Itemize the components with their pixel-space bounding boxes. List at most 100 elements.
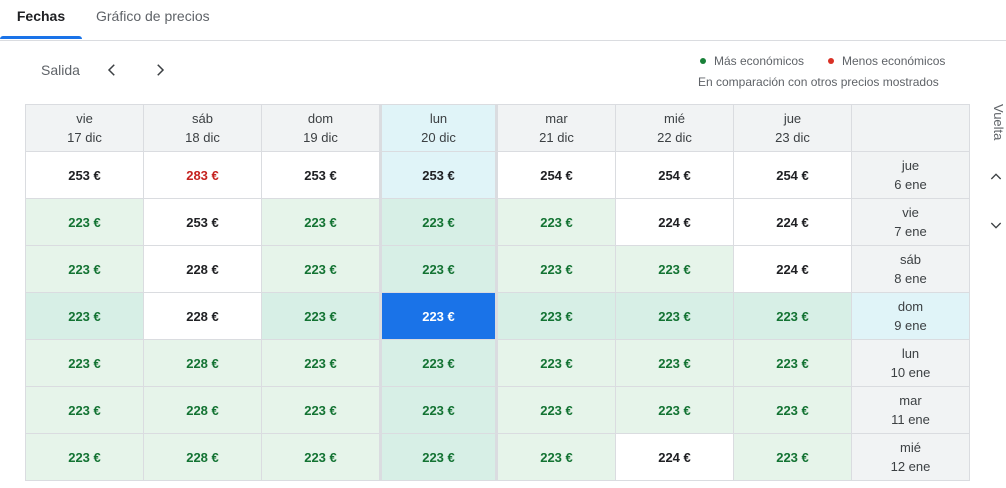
price-cell[interactable]: 223 € [26, 199, 144, 246]
price-cell[interactable]: 223 € [380, 387, 498, 434]
date-label: 10 ene [890, 365, 931, 380]
day-label: vie [76, 111, 93, 126]
vuelta-label: Vuelta [991, 104, 1006, 141]
price-cell[interactable]: 223 € [26, 340, 144, 387]
chevron-left-icon [107, 64, 115, 76]
red-dot-icon [828, 57, 834, 64]
price-cell[interactable]: 223 € [380, 199, 498, 246]
day-label: lun [429, 111, 448, 126]
return-date-header: dom 9 ene [852, 293, 970, 340]
price-cell[interactable]: 223 € [262, 387, 380, 434]
price-cell[interactable]: 223 € [616, 246, 734, 293]
price-date-grid: vie 17 dic sáb 18 dic dom 19 dic lun 20 dic mar 2… [25, 104, 970, 481]
price-cell[interactable]: 254 € [498, 152, 616, 199]
price-cell[interactable]: 224 € [734, 199, 852, 246]
active-tab-indicator [0, 36, 82, 39]
price-cell[interactable]: 223 € [26, 387, 144, 434]
date-label: 7 ene [894, 224, 927, 239]
salida-label: Salida [41, 62, 80, 78]
price-cell[interactable]: 228 € [144, 340, 262, 387]
departure-date-header: sáb 18 dic [144, 105, 262, 152]
price-cell[interactable]: 223 € [498, 387, 616, 434]
legend-cheapest-label: Más económicos [714, 54, 805, 68]
day-label: mar [899, 393, 922, 408]
price-cell[interactable]: 223 € [380, 340, 498, 387]
day-label: jue [901, 158, 920, 173]
price-cell[interactable]: 228 € [144, 293, 262, 340]
chevron-down-icon [990, 222, 1002, 229]
price-cell[interactable]: 253 € [144, 199, 262, 246]
price-cell[interactable]: 223 € [734, 387, 852, 434]
date-label: 18 dic [185, 130, 220, 145]
price-cell[interactable]: 223 € [262, 246, 380, 293]
price-cell[interactable]: 223 € [262, 293, 380, 340]
departure-date-header: mar 21 dic [498, 105, 616, 152]
price-cell[interactable]: 224 € [616, 434, 734, 481]
day-label: vie [902, 205, 919, 220]
date-label: 9 ene [894, 318, 927, 333]
return-date-header: jue 6 ene [852, 152, 970, 199]
next-dates-button[interactable] [148, 58, 172, 84]
price-cell[interactable]: 223 € [262, 434, 380, 481]
price-cell[interactable]: 223 € [26, 434, 144, 481]
return-date-header: mar 11 ene [852, 387, 970, 434]
date-label: 6 ene [894, 177, 927, 192]
price-cell[interactable]: 223 € [616, 387, 734, 434]
price-cell[interactable]: 223 € [734, 340, 852, 387]
tab-grafico-de-precios[interactable]: Gráfico de precios [96, 0, 210, 38]
date-label: 8 ene [894, 271, 927, 286]
departure-date-header: mié 22 dic [616, 105, 734, 152]
price-cell[interactable]: 253 € [26, 152, 144, 199]
price-cell[interactable]: 223 € [26, 293, 144, 340]
departure-date-header: vie 17 dic [26, 105, 144, 152]
day-label: mié [664, 111, 685, 126]
price-cell[interactable]: 223 € [380, 246, 498, 293]
day-label: sáb [900, 252, 921, 267]
price-cell[interactable]: 228 € [144, 434, 262, 481]
departure-date-header: jue 23 dic [734, 105, 852, 152]
price-cell[interactable]: 283 € [144, 152, 262, 199]
price-cell[interactable]: 223 € [616, 340, 734, 387]
price-cell[interactable]: 224 € [734, 246, 852, 293]
price-cell[interactable]: 223 € [498, 246, 616, 293]
price-cell[interactable]: 223 € [498, 434, 616, 481]
return-date-header: sáb 8 ene [852, 246, 970, 293]
price-cell[interactable]: 254 € [734, 152, 852, 199]
price-cell[interactable]: 228 € [144, 387, 262, 434]
price-cell[interactable]: 223 € [498, 340, 616, 387]
price-cell[interactable]: 253 € [380, 152, 498, 199]
day-label: jue [783, 111, 802, 126]
price-cell[interactable]: 228 € [144, 246, 262, 293]
price-cell[interactable]: 223 € [616, 293, 734, 340]
price-cell[interactable]: 223 € [498, 293, 616, 340]
previous-dates-button[interactable] [100, 58, 124, 84]
price-cell[interactable]: 223 € [262, 199, 380, 246]
day-label: mié [900, 440, 921, 455]
day-label: dom [307, 111, 334, 126]
tab-fechas[interactable]: Fechas [0, 0, 82, 38]
price-cell[interactable]: 254 € [616, 152, 734, 199]
return-dates-down-button[interactable] [984, 213, 1006, 237]
return-date-header: mié 12 ene [852, 434, 970, 481]
price-cell[interactable]: 223 € [26, 246, 144, 293]
price-cell[interactable]: 253 € [262, 152, 380, 199]
price-cell[interactable]: 224 € [616, 199, 734, 246]
price-cell[interactable]: 223 € [262, 340, 380, 387]
price-cell[interactable]: 223 € [734, 293, 852, 340]
return-date-header: lun 10 ene [852, 340, 970, 387]
return-date-header: vie 7 ene [852, 199, 970, 246]
chevron-right-icon [157, 64, 165, 76]
day-label: sáb [192, 111, 213, 126]
date-label: 20 dic [421, 130, 456, 145]
price-cell[interactable]: 223 € [380, 434, 498, 481]
price-cell[interactable]: 223 € [498, 199, 616, 246]
date-label: 21 dic [539, 130, 574, 145]
date-label: 11 ene [891, 412, 930, 427]
return-dates-up-button[interactable] [984, 165, 1006, 189]
date-label: 23 dic [775, 130, 810, 145]
price-cell[interactable]: 223 € [380, 293, 498, 340]
departure-date-header: lun 20 dic [380, 105, 498, 152]
legend-cheapest: Más económicos [700, 54, 804, 68]
price-cell[interactable]: 223 € [734, 434, 852, 481]
day-label: lun [901, 346, 920, 361]
